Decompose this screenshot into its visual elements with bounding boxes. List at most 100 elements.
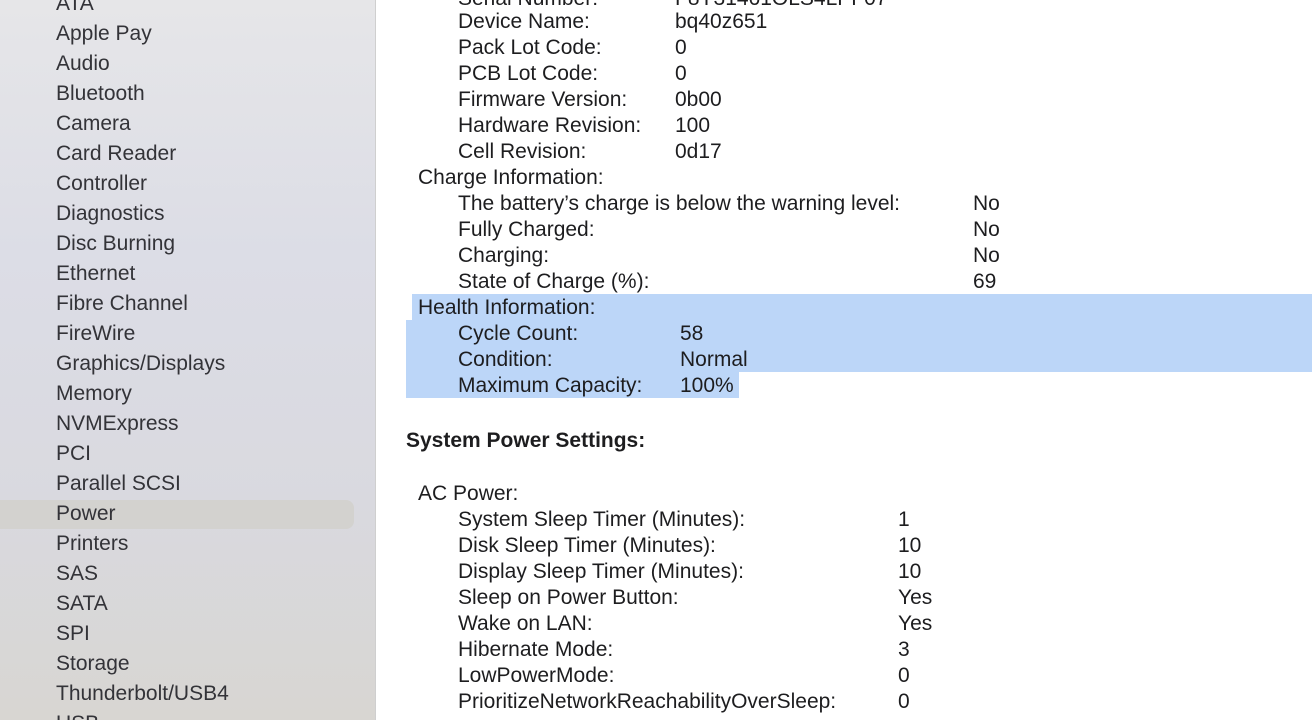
info-label: Pack Lot Code: xyxy=(458,36,602,59)
sidebar-list: ATA Apple Pay Audio Bluetooth Camera Car… xyxy=(0,0,375,720)
info-row-state-of-charge: State of Charge (%): 69 xyxy=(376,269,1312,295)
ac-power-heading: AC Power: xyxy=(418,482,519,505)
info-row-condition: Condition: Normal xyxy=(376,347,1312,373)
charge-information-heading: Charge Information: xyxy=(418,166,604,189)
info-label: Fully Charged: xyxy=(458,218,595,241)
info-row-hibernate-mode: Hibernate Mode: 3 xyxy=(376,637,1312,663)
info-row-sleep-on-power-button: Sleep on Power Button: Yes xyxy=(376,585,1312,611)
info-value: No xyxy=(973,244,1000,267)
info-label: Firmware Version: xyxy=(458,88,628,111)
sidebar-item-parallel-scsi[interactable]: Parallel SCSI xyxy=(0,469,375,499)
sidebar-item-pci[interactable]: PCI xyxy=(0,439,375,469)
info-label: Condition: xyxy=(458,348,553,371)
info-label: The battery’s charge is below the warnin… xyxy=(458,192,901,215)
sidebar-item-ethernet[interactable]: Ethernet xyxy=(0,259,375,289)
info-value: 10 xyxy=(898,560,922,583)
info-label: Cell Revision: xyxy=(458,140,587,163)
info-label: Disk Sleep Timer (Minutes): xyxy=(458,534,716,557)
info-label: State of Charge (%): xyxy=(458,270,650,293)
sidebar-item-spi[interactable]: SPI xyxy=(0,619,375,649)
info-value: bq40z651 xyxy=(675,10,768,33)
info-value: No xyxy=(973,218,1000,241)
info-row-wake-on-lan: Wake on LAN: Yes xyxy=(376,611,1312,637)
system-information-window: ATA Apple Pay Audio Bluetooth Camera Car… xyxy=(0,0,1312,720)
sidebar-item-label: PCI xyxy=(56,442,92,465)
info-row-prioritize-network-reachability: PrioritizeNetworkReachabilityOverSleep: … xyxy=(376,689,1312,715)
info-value: 10 xyxy=(898,534,922,557)
info-value: 1 xyxy=(898,508,910,531)
info-row-cycle-count: Cycle Count: 58 xyxy=(376,321,1312,347)
info-row-pcb-lot-code: PCB Lot Code: 0 xyxy=(376,61,1312,87)
info-row-fully-charged: Fully Charged: No xyxy=(376,217,1312,243)
sidebar-item-power[interactable]: Power xyxy=(0,499,375,529)
sidebar-item-label: Camera xyxy=(56,112,131,135)
sidebar-item-ata[interactable]: ATA xyxy=(0,0,375,19)
sidebar-item-sata[interactable]: SATA xyxy=(0,589,375,619)
sidebar-item-printers[interactable]: Printers xyxy=(0,529,375,559)
sidebar-item-nvmexpress[interactable]: NVMExpress xyxy=(0,409,375,439)
sidebar-item-label: Storage xyxy=(56,652,130,675)
health-information-heading: Health Information: xyxy=(418,296,596,319)
sidebar-item-label: Apple Pay xyxy=(56,22,152,45)
info-value: 0b00 xyxy=(675,88,722,111)
sidebar: ATA Apple Pay Audio Bluetooth Camera Car… xyxy=(0,0,376,720)
sidebar-item-label: Card Reader xyxy=(56,142,177,165)
sidebar-item-label: Graphics/Displays xyxy=(56,352,226,375)
info-value: 100% xyxy=(680,374,734,397)
info-row-display-sleep-timer: Display Sleep Timer (Minutes): 10 xyxy=(376,559,1312,585)
info-label: PCB Lot Code: xyxy=(458,62,599,85)
sidebar-item-label: USB xyxy=(56,712,99,720)
info-row-hardware-revision: Hardware Revision: 100 xyxy=(376,113,1312,139)
sidebar-item-controller[interactable]: Controller xyxy=(0,169,375,199)
info-row-system-sleep-timer: System Sleep Timer (Minutes): 1 xyxy=(376,507,1312,533)
info-value: Yes xyxy=(898,612,933,635)
sidebar-item-audio[interactable]: Audio xyxy=(0,49,375,79)
info-value: 0 xyxy=(675,62,687,85)
sidebar-item-label: Memory xyxy=(56,382,132,405)
info-label: Hardware Revision: xyxy=(458,114,642,137)
info-row-below-warning: The battery’s charge is below the warnin… xyxy=(376,191,1312,217)
sidebar-item-label: Diagnostics xyxy=(56,202,165,225)
sidebar-item-memory[interactable]: Memory xyxy=(0,379,375,409)
info-value: Normal xyxy=(680,348,748,371)
sidebar-item-usb[interactable]: USB xyxy=(0,709,375,720)
info-label: System Sleep Timer (Minutes): xyxy=(458,508,746,531)
info-row-firmware-version: Firmware Version: 0b00 xyxy=(376,87,1312,113)
sidebar-item-label: Bluetooth xyxy=(56,82,145,105)
sidebar-item-graphics-displays[interactable]: Graphics/Displays xyxy=(0,349,375,379)
sidebar-item-label: Power xyxy=(56,502,116,525)
sidebar-item-label: Fibre Channel xyxy=(56,292,188,315)
sidebar-item-label: ATA xyxy=(56,0,94,15)
info-value: 0 xyxy=(898,690,910,713)
info-row-low-power-mode: LowPowerMode: 0 xyxy=(376,663,1312,689)
info-value: 69 xyxy=(973,270,997,293)
info-row-maximum-capacity: Maximum Capacity: 100% xyxy=(376,373,1312,399)
info-row-pack-lot-code: Pack Lot Code: 0 xyxy=(376,35,1312,61)
section-title-system-power-settings: System Power Settings: xyxy=(406,429,646,452)
sidebar-item-label: NVMExpress xyxy=(56,412,179,435)
sidebar-item-firewire[interactable]: FireWire xyxy=(0,319,375,349)
info-value: 0 xyxy=(898,664,910,687)
sidebar-item-bluetooth[interactable]: Bluetooth xyxy=(0,79,375,109)
sidebar-item-storage[interactable]: Storage xyxy=(0,649,375,679)
sidebar-item-fibre-channel[interactable]: Fibre Channel xyxy=(0,289,375,319)
sidebar-item-label: SPI xyxy=(56,622,90,645)
info-row-charging: Charging: No xyxy=(376,243,1312,269)
sidebar-item-card-reader[interactable]: Card Reader xyxy=(0,139,375,169)
info-label: Wake on LAN: xyxy=(458,612,593,635)
info-row-cell-revision: Cell Revision: 0d17 xyxy=(376,139,1312,165)
sidebar-item-thunderbolt-usb4[interactable]: Thunderbolt/USB4 xyxy=(0,679,375,709)
info-value: 0d17 xyxy=(675,140,722,163)
sidebar-item-apple-pay[interactable]: Apple Pay xyxy=(0,19,375,49)
sidebar-item-label: Disc Burning xyxy=(56,232,176,255)
sidebar-item-label: Thunderbolt/USB4 xyxy=(56,682,229,705)
info-row-disk-sleep-timer: Disk Sleep Timer (Minutes): 10 xyxy=(376,533,1312,559)
sidebar-item-diagnostics[interactable]: Diagnostics xyxy=(0,199,375,229)
info-value: 58 xyxy=(680,322,704,345)
sidebar-item-sas[interactable]: SAS xyxy=(0,559,375,589)
info-value: 0 xyxy=(675,36,687,59)
sidebar-item-label: Controller xyxy=(56,172,148,195)
sidebar-item-disc-burning[interactable]: Disc Burning xyxy=(0,229,375,259)
sidebar-item-camera[interactable]: Camera xyxy=(0,109,375,139)
detail-pane[interactable]: Serial Number: F8Y31461OLS4LPF07 Device … xyxy=(376,0,1312,720)
